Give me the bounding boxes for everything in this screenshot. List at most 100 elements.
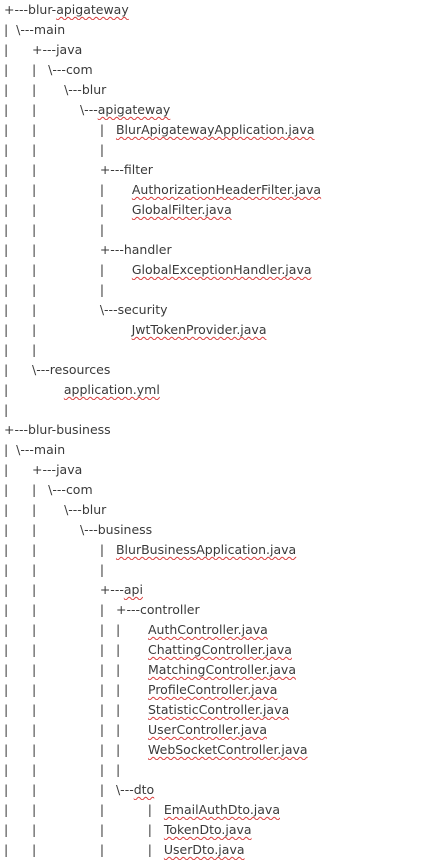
tree-connector: | | | | bbox=[4, 802, 164, 817]
tree-connector: | \--- bbox=[4, 22, 34, 37]
tree-entry-label[interactable]: filter bbox=[124, 162, 153, 177]
tree-entry-label[interactable]: controller bbox=[140, 602, 200, 617]
tree-entry-label[interactable]: business bbox=[98, 522, 152, 537]
spelling-underline: AuthorizationHeaderFilter.java bbox=[131, 182, 322, 197]
tree-connector: | | | bbox=[4, 142, 105, 157]
spelling-underline: TokenDto.java bbox=[163, 822, 252, 837]
tree-entry-label[interactable]: BlurBusinessApplication.java bbox=[116, 542, 296, 557]
tree-connector: | \--- bbox=[4, 362, 50, 377]
spelling-underline: api bbox=[123, 582, 143, 597]
tree-line: | | | | bbox=[4, 760, 427, 780]
tree-line: | | \---apigateway bbox=[4, 100, 427, 120]
tree-line: | | +---filter bbox=[4, 160, 427, 180]
tree-line: | | | bbox=[4, 220, 427, 240]
tree-entry-label[interactable]: handler bbox=[124, 242, 172, 257]
tree-line: | bbox=[4, 400, 427, 420]
tree-entry-label[interactable]: UserDto.java bbox=[164, 842, 245, 857]
tree-entry-label[interactable]: BlurApigatewayApplication.java bbox=[116, 122, 315, 137]
tree-entry-label[interactable]: main bbox=[34, 442, 65, 457]
tree-line: | | | | TokenDto.java bbox=[4, 820, 427, 840]
tree-connector: | | | +--- bbox=[4, 602, 140, 617]
tree-entry-label[interactable]: apigateway bbox=[98, 102, 171, 117]
tree-line: | | | \---dto bbox=[4, 780, 427, 800]
tree-entry-label[interactable]: GlobalFilter.java bbox=[132, 202, 232, 217]
tree-line: | application.yml bbox=[4, 380, 427, 400]
tree-entry-label[interactable]: GlobalExceptionHandler.java bbox=[132, 262, 312, 277]
tree-entry-label[interactable]: main bbox=[34, 22, 65, 37]
tree-entry-label[interactable]: java bbox=[56, 462, 82, 477]
tree-entry-label[interactable]: StatisticController.java bbox=[148, 702, 289, 717]
tree-line: | | | AuthorizationHeaderFilter.java bbox=[4, 180, 427, 200]
tree-line: | | +---api bbox=[4, 580, 427, 600]
tree-entry-label[interactable]: AuthorizationHeaderFilter.java bbox=[132, 182, 321, 197]
tree-connector: | bbox=[4, 382, 64, 397]
tree-line: | | \---blur bbox=[4, 80, 427, 100]
tree-connector: | | | bbox=[4, 282, 105, 297]
spelling-underline: GlobalFilter.java bbox=[131, 202, 232, 217]
tree-entry-label[interactable]: UserController.java bbox=[148, 722, 267, 737]
spelling-underline: UserDto.java bbox=[163, 842, 245, 857]
spelling-underline: ChattingController.java bbox=[148, 642, 292, 657]
tree-entry-label[interactable]: dto bbox=[134, 782, 154, 797]
tree-entry-label[interactable]: AuthController.java bbox=[148, 622, 268, 637]
tree-line: | +---java bbox=[4, 40, 427, 60]
tree-line: | +---java bbox=[4, 460, 427, 480]
spelling-underline: BlurBusinessApplication.java bbox=[115, 542, 297, 557]
tree-entry-label[interactable]: blur bbox=[82, 502, 106, 517]
tree-connector: | | | bbox=[4, 222, 105, 237]
tree-entry-label[interactable]: blur bbox=[82, 82, 106, 97]
tree-entry-label[interactable]: ChattingController.java bbox=[148, 642, 292, 657]
tree-line: | | \---com bbox=[4, 480, 427, 500]
directory-tree: +---blur-apigateway | \---main | +---java |… bbox=[4, 0, 427, 860]
tree-line: | | | | WebSocketController.java bbox=[4, 740, 427, 760]
tree-entry-label[interactable]: WebSocketController.java bbox=[148, 742, 308, 757]
tree-entry-label[interactable]: EmailAuthDto.java bbox=[164, 802, 280, 817]
tree-entry-label[interactable]: blur-apigateway bbox=[28, 2, 129, 17]
tree-connector: | | | | bbox=[4, 762, 121, 777]
tree-line: | | \---business bbox=[4, 520, 427, 540]
tree-line: | | | GlobalExceptionHandler.java bbox=[4, 260, 427, 280]
spelling-underline: JwtTokenProvider.java bbox=[131, 322, 267, 337]
tree-connector: | | +--- bbox=[4, 162, 124, 177]
tree-connector: | | | bbox=[4, 122, 116, 137]
tree-entry-label[interactable]: security bbox=[118, 302, 168, 317]
tree-connector: | | | bbox=[4, 542, 116, 557]
tree-connector: | | \--- bbox=[4, 302, 118, 317]
tree-connector: | | +--- bbox=[4, 242, 124, 257]
tree-entry-label[interactable]: ProfileController.java bbox=[148, 682, 277, 697]
tree-line: | | | | ProfileController.java bbox=[4, 680, 427, 700]
tree-entry-label[interactable]: JwtTokenProvider.java bbox=[132, 322, 267, 337]
tree-entry-label[interactable]: application.yml bbox=[64, 382, 160, 397]
tree-entry-label[interactable]: api bbox=[124, 582, 143, 597]
spelling-underline: UserController.java bbox=[148, 722, 267, 737]
tree-line: | | | | MatchingController.java bbox=[4, 660, 427, 680]
spelling-underline: dto bbox=[133, 782, 155, 797]
label-segment: blur- bbox=[28, 2, 57, 17]
tree-line: | | JwtTokenProvider.java bbox=[4, 320, 427, 340]
tree-line: | \---main bbox=[4, 440, 427, 460]
tree-line: | \---resources bbox=[4, 360, 427, 380]
tree-line: | | | bbox=[4, 140, 427, 160]
tree-connector: | | \--- bbox=[4, 82, 82, 97]
tree-connector: | | | | bbox=[4, 742, 148, 757]
tree-entry-label[interactable]: resources bbox=[50, 362, 111, 377]
tree-line: +---blur-business bbox=[4, 420, 427, 440]
tree-entry-label[interactable]: com bbox=[66, 482, 93, 497]
tree-entry-label[interactable]: TokenDto.java bbox=[164, 822, 252, 837]
spelling-underline: apigateway bbox=[97, 102, 171, 117]
spelling-underline: apigateway bbox=[56, 2, 129, 17]
tree-connector: | | \--- bbox=[4, 62, 66, 77]
spelling-underline: WebSocketController.java bbox=[148, 742, 308, 757]
tree-entry-label[interactable]: MatchingController.java bbox=[148, 662, 296, 677]
spelling-underline: AuthController.java bbox=[148, 622, 268, 637]
tree-connector: | | \--- bbox=[4, 522, 98, 537]
tree-connector: +--- bbox=[4, 2, 29, 17]
tree-connector: | | | | bbox=[4, 682, 148, 697]
tree-connector: | | | | bbox=[4, 842, 164, 857]
tree-connector: | +--- bbox=[4, 462, 57, 477]
tree-entry-label[interactable]: blur-business bbox=[28, 422, 111, 437]
tree-line: | | | | AuthController.java bbox=[4, 620, 427, 640]
tree-entry-label[interactable]: com bbox=[66, 62, 93, 77]
tree-line: | | | | EmailAuthDto.java bbox=[4, 800, 427, 820]
tree-entry-label[interactable]: java bbox=[56, 42, 82, 57]
